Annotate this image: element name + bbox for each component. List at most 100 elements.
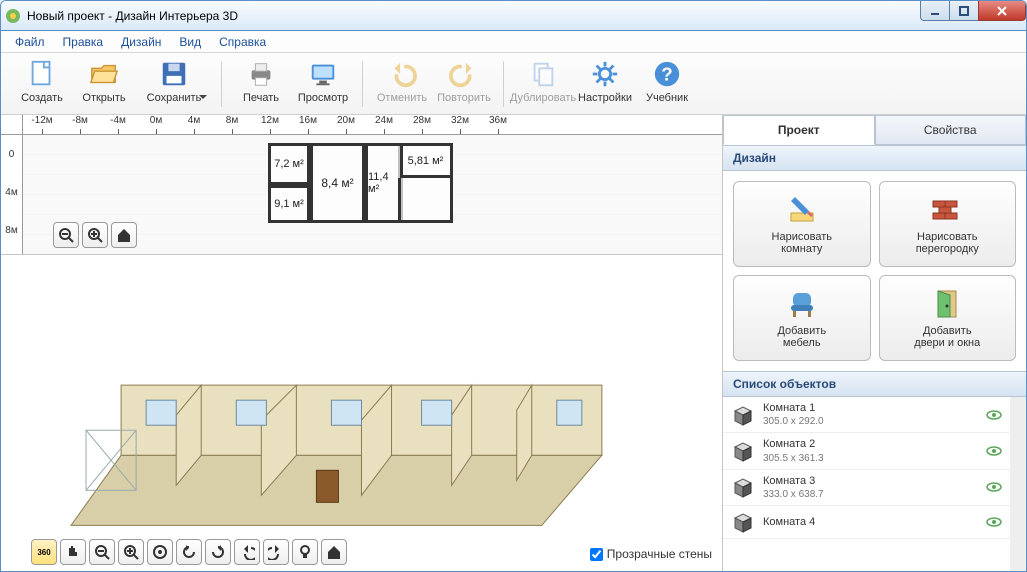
room-2d[interactable]: 5,81 м² xyxy=(398,143,453,178)
duplicate-button[interactable]: Дублировать xyxy=(512,57,574,111)
zoom-in-3d-button[interactable] xyxy=(118,539,144,565)
menu-file[interactable]: Файл xyxy=(7,33,53,51)
duplicate-icon xyxy=(528,59,558,89)
scrollbar[interactable] xyxy=(1010,397,1026,571)
stage-3d[interactable] xyxy=(61,285,662,521)
ruler-vertical: 0 4м 8м xyxy=(1,135,23,254)
gear-icon xyxy=(590,59,620,89)
printer-icon xyxy=(246,59,276,89)
help-icon: ? xyxy=(652,59,682,89)
visibility-icon[interactable] xyxy=(986,410,1002,420)
maximize-button[interactable] xyxy=(949,1,979,21)
add-doors-windows-button[interactable]: Добавить двери и окна xyxy=(879,275,1017,361)
design-section-header: Дизайн xyxy=(723,145,1026,171)
room-2d[interactable] xyxy=(398,178,453,223)
redo-button[interactable]: Повторить xyxy=(433,57,495,111)
app-window: Новый проект - Дизайн Интерьера 3D Файл … xyxy=(0,0,1027,572)
object-row[interactable]: Комната 1305.0 x 292.0 xyxy=(723,397,1010,433)
rotate-right-button[interactable] xyxy=(205,539,231,565)
workarea: -12м -8м -4м 0м 4м 8м 12м 16м 20м 24м 28… xyxy=(1,115,1026,571)
view-3d-toolbar: 360 xyxy=(31,539,347,565)
chair-icon xyxy=(785,287,819,321)
undo-button[interactable]: Отменить xyxy=(371,57,433,111)
objects-list[interactable]: Комната 1305.0 x 292.0 Комната 2305.5 x … xyxy=(723,397,1010,571)
preview-button[interactable]: Просмотр xyxy=(292,57,354,111)
brick-wall-icon xyxy=(930,193,964,227)
zoom-out-button[interactable] xyxy=(53,222,79,248)
draw-partition-button[interactable]: Нарисовать перегородку xyxy=(879,181,1017,267)
minimize-button[interactable] xyxy=(920,1,950,21)
object-row[interactable]: Комната 3333.0 x 638.7 xyxy=(723,470,1010,506)
transparent-walls-input[interactable] xyxy=(590,548,603,561)
new-file-icon xyxy=(27,59,57,89)
tutorial-button[interactable]: ? Учебник xyxy=(636,57,698,111)
redo-3d-button[interactable] xyxy=(263,539,289,565)
room-2d[interactable]: 9,1 м² xyxy=(268,185,310,223)
room-icon xyxy=(731,439,755,463)
transparent-walls-checkbox[interactable]: Прозрачные стены xyxy=(590,547,712,561)
object-row[interactable]: Комната 2305.5 x 361.3 xyxy=(723,433,1010,469)
home-3d-button[interactable] xyxy=(321,539,347,565)
open-button[interactable]: Открыть xyxy=(73,57,135,111)
titlebar: Новый проект - Дизайн Интерьера 3D xyxy=(1,1,1026,31)
redo-icon xyxy=(449,59,479,89)
save-button[interactable]: Сохранить xyxy=(135,57,213,111)
model-3d[interactable] xyxy=(61,285,662,545)
object-row[interactable]: Комната 4 xyxy=(723,506,1010,539)
door-icon xyxy=(930,287,964,321)
undo-3d-button[interactable] xyxy=(234,539,260,565)
rotate-left-button[interactable] xyxy=(176,539,202,565)
orbit-button[interactable] xyxy=(147,539,173,565)
menubar: Файл Правка Дизайн Вид Справка xyxy=(1,31,1026,53)
plan-2d-toolbar xyxy=(53,222,137,248)
visibility-icon[interactable] xyxy=(986,446,1002,456)
create-button[interactable]: Создать xyxy=(11,57,73,111)
pan-button[interactable] xyxy=(60,539,86,565)
close-button[interactable] xyxy=(978,1,1026,21)
room-icon xyxy=(731,475,755,499)
print-button[interactable]: Печать xyxy=(230,57,292,111)
monitor-icon xyxy=(308,59,338,89)
room-2d[interactable]: 8,4 м² xyxy=(310,143,365,223)
sidepanel-tabs: Проект Свойства xyxy=(723,115,1026,145)
zoom-out-3d-button[interactable] xyxy=(89,539,115,565)
plan-2d-canvas[interactable]: 7,2 м² 5,81 м² 8,4 м² 11,4 м² 9,1 м² xyxy=(23,135,722,254)
svg-text:?: ? xyxy=(661,63,672,84)
objects-section-header: Список объектов xyxy=(723,371,1026,397)
sidepanel: Проект Свойства Дизайн Нарисовать комнат… xyxy=(722,115,1026,571)
home-button[interactable] xyxy=(111,222,137,248)
save-icon xyxy=(159,59,189,89)
toolbar: Создать Открыть Сохранить Печать Просмот… xyxy=(1,53,1026,115)
separator xyxy=(503,61,504,107)
ruler-horizontal: -12м -8м -4м 0м 4м 8м 12м 16м 20м 24м 28… xyxy=(23,115,722,135)
visibility-icon[interactable] xyxy=(986,517,1002,527)
view-3d[interactable]: 360 Прозрачные стены xyxy=(1,255,722,571)
tab-project[interactable]: Проект xyxy=(723,115,875,145)
separator xyxy=(362,61,363,107)
floorplan-2d[interactable]: 7,2 м² 5,81 м² 8,4 м² 11,4 м² 9,1 м² xyxy=(268,143,488,238)
canvas-panel: -12м -8м -4м 0м 4м 8м 12м 16м 20м 24м 28… xyxy=(1,115,722,571)
light-button[interactable] xyxy=(292,539,318,565)
menu-view[interactable]: Вид xyxy=(171,33,209,51)
add-furniture-button[interactable]: Добавить мебель xyxy=(733,275,871,361)
menu-design[interactable]: Дизайн xyxy=(113,33,169,51)
draw-room-button[interactable]: Нарисовать комнату xyxy=(733,181,871,267)
menu-help[interactable]: Справка xyxy=(211,33,274,51)
ruler-corner xyxy=(1,115,23,135)
settings-button[interactable]: Настройки xyxy=(574,57,636,111)
room-2d[interactable]: 7,2 м² xyxy=(268,143,310,185)
app-icon xyxy=(5,8,21,24)
plan-2d-view[interactable]: -12м -8м -4м 0м 4м 8м 12м 16м 20м 24м 28… xyxy=(1,115,722,255)
pencil-ruler-icon xyxy=(785,193,819,227)
room-icon xyxy=(731,510,755,534)
rotate-360-button[interactable]: 360 xyxy=(31,539,57,565)
zoom-in-button[interactable] xyxy=(82,222,108,248)
visibility-icon[interactable] xyxy=(986,482,1002,492)
window-title: Новый проект - Дизайн Интерьера 3D xyxy=(27,9,238,23)
room-icon xyxy=(731,403,755,427)
tab-properties[interactable]: Свойства xyxy=(875,115,1027,145)
menu-edit[interactable]: Правка xyxy=(55,33,112,51)
folder-open-icon xyxy=(89,59,119,89)
undo-icon xyxy=(387,59,417,89)
separator xyxy=(221,61,222,107)
